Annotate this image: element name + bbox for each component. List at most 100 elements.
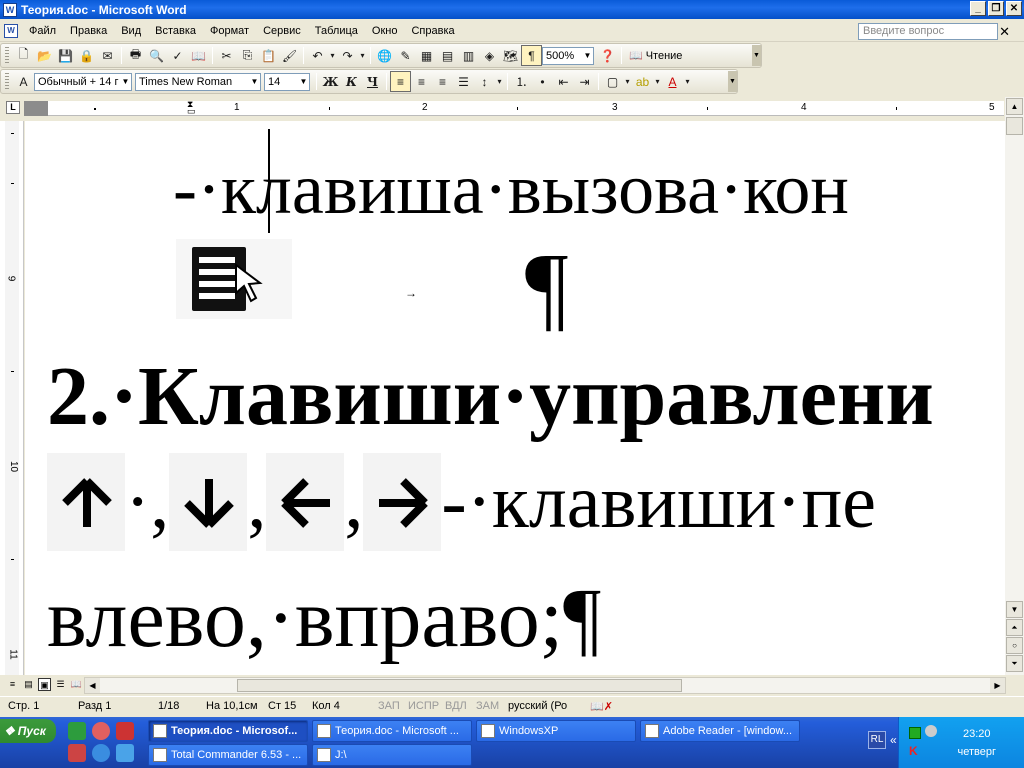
close-document-icon[interactable]: ✕: [999, 24, 1010, 40]
font-color-dropdown-icon[interactable]: ▾: [683, 71, 692, 92]
reading-view-icon[interactable]: 📖: [70, 678, 83, 691]
adobe-icon[interactable]: [116, 722, 134, 740]
line-spacing-icon[interactable]: ↕: [474, 71, 495, 92]
outline-view-icon[interactable]: ☰: [54, 678, 67, 691]
show-desktop-icon[interactable]: [116, 744, 134, 762]
columns-icon[interactable]: ▥: [458, 45, 479, 66]
horizontal-ruler[interactable]: ⧗ ▭ 1 2 3 4 5: [24, 100, 1004, 116]
task-word[interactable]: Теория.doc - Microsoft ...: [312, 720, 472, 742]
highlight-icon[interactable]: ab: [632, 71, 653, 92]
help-question-input[interactable]: Введите вопрос: [858, 23, 998, 40]
indent-marker[interactable]: ⧗ ▭: [187, 100, 196, 116]
drawing-icon[interactable]: ◈: [479, 45, 500, 66]
copy-icon[interactable]: ⎘: [237, 45, 258, 66]
save-icon[interactable]: 💾: [55, 45, 76, 66]
open-folder-icon[interactable]: 📂: [34, 45, 55, 66]
browse-object-icon[interactable]: ○: [1006, 637, 1023, 654]
vertical-scrollbar[interactable]: ▲ ▼ ⏶ ○ ⏷: [1005, 97, 1024, 675]
document-icon[interactable]: W: [4, 23, 18, 38]
redo-dropdown-icon[interactable]: ▾: [358, 45, 367, 66]
font-color-icon[interactable]: A: [662, 71, 683, 92]
word-app-icon[interactable]: W: [3, 2, 17, 17]
scroll-right-icon[interactable]: ▶: [990, 678, 1005, 693]
status-record[interactable]: ЗАП: [378, 700, 400, 712]
highlight-dropdown-icon[interactable]: ▾: [653, 71, 662, 92]
web-view-icon[interactable]: ▤: [22, 678, 35, 691]
zoom-select[interactable]: 500% ▼: [542, 46, 594, 65]
spelling-icon[interactable]: ✓: [167, 45, 188, 66]
cut-icon[interactable]: ✂: [216, 45, 237, 66]
align-right-icon[interactable]: ≡: [432, 71, 453, 92]
scroll-up-icon[interactable]: ▲: [1006, 98, 1023, 115]
task-word-active[interactable]: Теория.doc - Microsof...: [148, 720, 308, 742]
styles-formatting-icon[interactable]: A: [13, 71, 34, 92]
status-language[interactable]: русский (Ро: [508, 700, 567, 712]
hyperlink-icon[interactable]: 🌐: [374, 45, 395, 66]
menu-insert[interactable]: Вставка: [148, 25, 203, 37]
horizontal-scrollbar[interactable]: ◀ ▶: [84, 677, 1006, 694]
align-center-icon[interactable]: ≡: [411, 71, 432, 92]
previous-page-icon[interactable]: ⏶: [1006, 619, 1023, 636]
toolbar-options-icon[interactable]: ▼: [728, 71, 737, 92]
new-document-icon[interactable]: 🗋: [13, 45, 34, 66]
windowsxp-icon[interactable]: [68, 744, 86, 762]
numbering-icon[interactable]: ⒈: [511, 71, 532, 92]
start-button[interactable]: ❖ Пуск: [0, 719, 56, 743]
menu-tools[interactable]: Сервис: [256, 25, 308, 37]
vertical-ruler[interactable]: 9 10 11: [0, 121, 24, 675]
font-select[interactable]: Times New Roman ▼: [135, 72, 261, 91]
show-hide-formatting-icon[interactable]: ¶: [521, 45, 542, 66]
scroll-thumb[interactable]: [1006, 117, 1023, 135]
print-icon[interactable]: 🖶: [125, 45, 146, 66]
menu-file[interactable]: Файл: [22, 25, 63, 37]
network-icon[interactable]: [909, 727, 921, 739]
menu-table[interactable]: Таблица: [308, 25, 365, 37]
justify-icon[interactable]: ☰: [453, 71, 474, 92]
redo-icon[interactable]: ↷: [337, 45, 358, 66]
volume-icon[interactable]: [925, 725, 937, 737]
format-painter-icon[interactable]: 🖌: [279, 45, 300, 66]
help-icon[interactable]: ❓: [597, 45, 618, 66]
chevron-down-icon[interactable]: ▼: [298, 74, 309, 90]
menu-help[interactable]: Справка: [404, 25, 461, 37]
insert-table-icon[interactable]: ▦: [416, 45, 437, 66]
permission-icon[interactable]: 🔒: [76, 45, 97, 66]
insert-excel-icon[interactable]: ▤: [437, 45, 458, 66]
chevron-down-icon[interactable]: ▼: [120, 74, 131, 90]
task-adobe-reader[interactable]: Adobe Reader - [window...: [640, 720, 800, 742]
status-overtype[interactable]: ЗАМ: [476, 700, 499, 712]
normal-view-icon[interactable]: ≡: [6, 678, 19, 691]
restore-button[interactable]: ❐: [988, 1, 1004, 16]
style-select[interactable]: Обычный + 14 г ▼: [34, 72, 132, 91]
menu-window[interactable]: Окно: [365, 25, 405, 37]
align-left-icon[interactable]: ≡: [390, 71, 411, 92]
increase-indent-icon[interactable]: ⇥: [574, 71, 595, 92]
menu-view[interactable]: Вид: [114, 25, 148, 37]
task-windowsxp[interactable]: WindowsXP: [476, 720, 636, 742]
next-page-icon[interactable]: ⏷: [1006, 655, 1023, 672]
chevron-down-icon[interactable]: ▼: [249, 74, 260, 90]
document-map-icon[interactable]: 🗺: [500, 45, 521, 66]
scroll-down-icon[interactable]: ▼: [1006, 601, 1023, 618]
toolbar-options-icon[interactable]: ▼: [752, 45, 761, 66]
bullets-icon[interactable]: •: [532, 71, 553, 92]
research-icon[interactable]: 📖: [188, 45, 209, 66]
opera-icon[interactable]: [92, 722, 110, 740]
undo-icon[interactable]: ↶: [307, 45, 328, 66]
clock[interactable]: 23:20 четверг: [958, 725, 997, 761]
menu-edit[interactable]: Правка: [63, 25, 114, 37]
close-button[interactable]: ✕: [1006, 1, 1022, 16]
ie-icon[interactable]: [92, 744, 110, 762]
status-extend[interactable]: ВДЛ: [445, 700, 467, 712]
line-spacing-dropdown-icon[interactable]: ▾: [495, 71, 504, 92]
borders-dropdown-icon[interactable]: ▾: [623, 71, 632, 92]
scroll-thumb[interactable]: [237, 679, 682, 692]
scroll-left-icon[interactable]: ◀: [85, 678, 100, 693]
menu-format[interactable]: Формат: [203, 25, 256, 37]
spelling-status-icon[interactable]: 📖✗: [590, 700, 613, 713]
decrease-indent-icon[interactable]: ⇤: [553, 71, 574, 92]
kaspersky-icon[interactable]: K: [909, 745, 921, 757]
paste-icon[interactable]: 📋: [258, 45, 279, 66]
borders-icon[interactable]: ▢: [602, 71, 623, 92]
language-indicator[interactable]: RL: [868, 731, 886, 749]
